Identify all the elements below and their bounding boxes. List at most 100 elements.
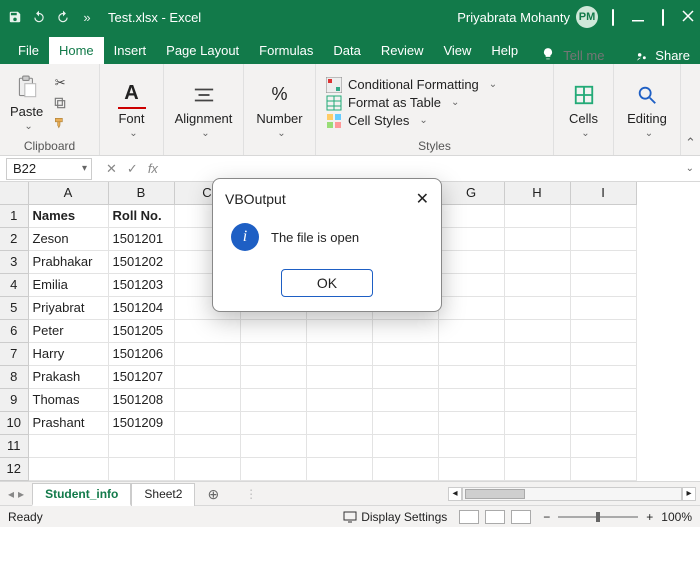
paste-button[interactable]: Paste ⌄ — [10, 74, 43, 132]
cell[interactable] — [306, 435, 372, 458]
formula-cancel-icon[interactable]: ✕ — [106, 161, 117, 177]
cell[interactable] — [240, 412, 306, 435]
cell[interactable] — [438, 205, 504, 228]
conditional-formatting-button[interactable]: Conditional Formatting⌄ — [326, 77, 497, 93]
cell[interactable] — [438, 366, 504, 389]
formula-enter-icon[interactable]: ✓ — [127, 161, 138, 177]
cell[interactable] — [570, 412, 636, 435]
cell[interactable] — [174, 435, 240, 458]
cell[interactable] — [174, 412, 240, 435]
cell-styles-button[interactable]: Cell Styles⌄ — [326, 113, 497, 129]
cell[interactable] — [570, 297, 636, 320]
zoom-in-icon[interactable]: + — [646, 510, 653, 524]
scroll-right-icon[interactable]: ▸ — [682, 487, 696, 501]
cell[interactable] — [570, 228, 636, 251]
cell[interactable] — [570, 435, 636, 458]
cell[interactable] — [504, 412, 570, 435]
cell[interactable] — [570, 389, 636, 412]
cell[interactable] — [438, 297, 504, 320]
cell[interactable] — [306, 412, 372, 435]
cell[interactable]: Harry — [28, 343, 108, 366]
row-header[interactable]: 11 — [0, 435, 28, 458]
display-settings-button[interactable]: Display Settings — [343, 510, 447, 524]
cell[interactable] — [570, 251, 636, 274]
collapse-ribbon-icon[interactable]: ⌃ — [680, 64, 700, 155]
cell[interactable]: 1501201 — [108, 228, 174, 251]
tab-view[interactable]: View — [433, 37, 481, 64]
cell[interactable] — [504, 274, 570, 297]
expand-formula-bar-icon[interactable]: ⌄ — [686, 163, 694, 174]
zoom-out-icon[interactable]: − — [543, 510, 550, 524]
cell[interactable] — [438, 435, 504, 458]
cell[interactable]: 1501203 — [108, 274, 174, 297]
row-header[interactable]: 9 — [0, 389, 28, 412]
horizontal-scrollbar[interactable]: ◂ ▸ — [257, 487, 700, 501]
scroll-left-icon[interactable]: ◂ — [448, 487, 462, 501]
cell[interactable] — [438, 412, 504, 435]
cell[interactable] — [108, 435, 174, 458]
column-header[interactable]: H — [504, 182, 570, 205]
minimize-icon[interactable] — [632, 10, 644, 25]
ribbon-display-options-icon[interactable] — [612, 10, 614, 25]
cell[interactable] — [504, 297, 570, 320]
cell[interactable] — [306, 458, 372, 481]
tab-insert[interactable]: Insert — [104, 37, 157, 64]
cell[interactable] — [372, 343, 438, 366]
editing-launcher[interactable]: Editing ⌄ — [627, 81, 667, 139]
cell[interactable] — [504, 205, 570, 228]
row-header[interactable]: 2 — [0, 228, 28, 251]
cell[interactable] — [504, 435, 570, 458]
cell[interactable] — [570, 274, 636, 297]
row-header[interactable]: 6 — [0, 320, 28, 343]
cell[interactable] — [504, 251, 570, 274]
undo-icon[interactable] — [30, 8, 48, 26]
font-launcher[interactable]: A Font ⌄ — [118, 81, 146, 139]
cell[interactable] — [504, 389, 570, 412]
cell[interactable] — [504, 320, 570, 343]
cell[interactable] — [174, 320, 240, 343]
page-break-view-icon[interactable] — [511, 510, 531, 524]
cell[interactable] — [372, 412, 438, 435]
row-header[interactable]: 1 — [0, 205, 28, 228]
autosave-icon[interactable] — [6, 8, 24, 26]
column-header[interactable]: B — [108, 182, 174, 205]
cell[interactable] — [372, 458, 438, 481]
cell[interactable]: 1501207 — [108, 366, 174, 389]
cell[interactable]: Prabhakar — [28, 251, 108, 274]
cell[interactable] — [28, 435, 108, 458]
cell[interactable]: Peter — [28, 320, 108, 343]
cell[interactable] — [240, 458, 306, 481]
cell[interactable] — [570, 458, 636, 481]
cell[interactable] — [504, 366, 570, 389]
tab-home[interactable]: Home — [49, 37, 104, 64]
tell-me-input[interactable] — [563, 48, 619, 63]
cells-launcher[interactable]: Cells ⌄ — [569, 81, 598, 139]
name-box[interactable]: B22 ▾ — [6, 158, 92, 180]
close-icon[interactable] — [682, 10, 694, 25]
share-button[interactable]: Share — [635, 48, 690, 63]
format-as-table-button[interactable]: Format as Table⌄ — [326, 95, 497, 111]
qat-more-icon[interactable]: » — [78, 8, 96, 26]
cell[interactable]: 1501204 — [108, 297, 174, 320]
normal-view-icon[interactable] — [459, 510, 479, 524]
row-header[interactable]: 12 — [0, 458, 28, 481]
cell[interactable] — [438, 389, 504, 412]
row-header[interactable]: 3 — [0, 251, 28, 274]
cut-icon[interactable]: ✂ — [51, 75, 69, 91]
user-account[interactable]: Priyabrata Mohanty PM — [457, 6, 598, 28]
sheet-nav-next-icon[interactable]: ▸ — [18, 487, 24, 501]
cell[interactable] — [438, 274, 504, 297]
tab-help[interactable]: Help — [481, 37, 528, 64]
cell[interactable]: 1501209 — [108, 412, 174, 435]
sheet-nav-prev-icon[interactable]: ◂ — [8, 487, 14, 501]
tab-review[interactable]: Review — [371, 37, 434, 64]
cell[interactable] — [570, 366, 636, 389]
cell[interactable] — [174, 389, 240, 412]
cell[interactable]: Prakash — [28, 366, 108, 389]
column-header[interactable]: A — [28, 182, 108, 205]
cell[interactable] — [306, 343, 372, 366]
column-header[interactable]: I — [570, 182, 636, 205]
cell[interactable] — [240, 389, 306, 412]
tab-formulas[interactable]: Formulas — [249, 37, 323, 64]
select-all-button[interactable] — [0, 182, 28, 205]
